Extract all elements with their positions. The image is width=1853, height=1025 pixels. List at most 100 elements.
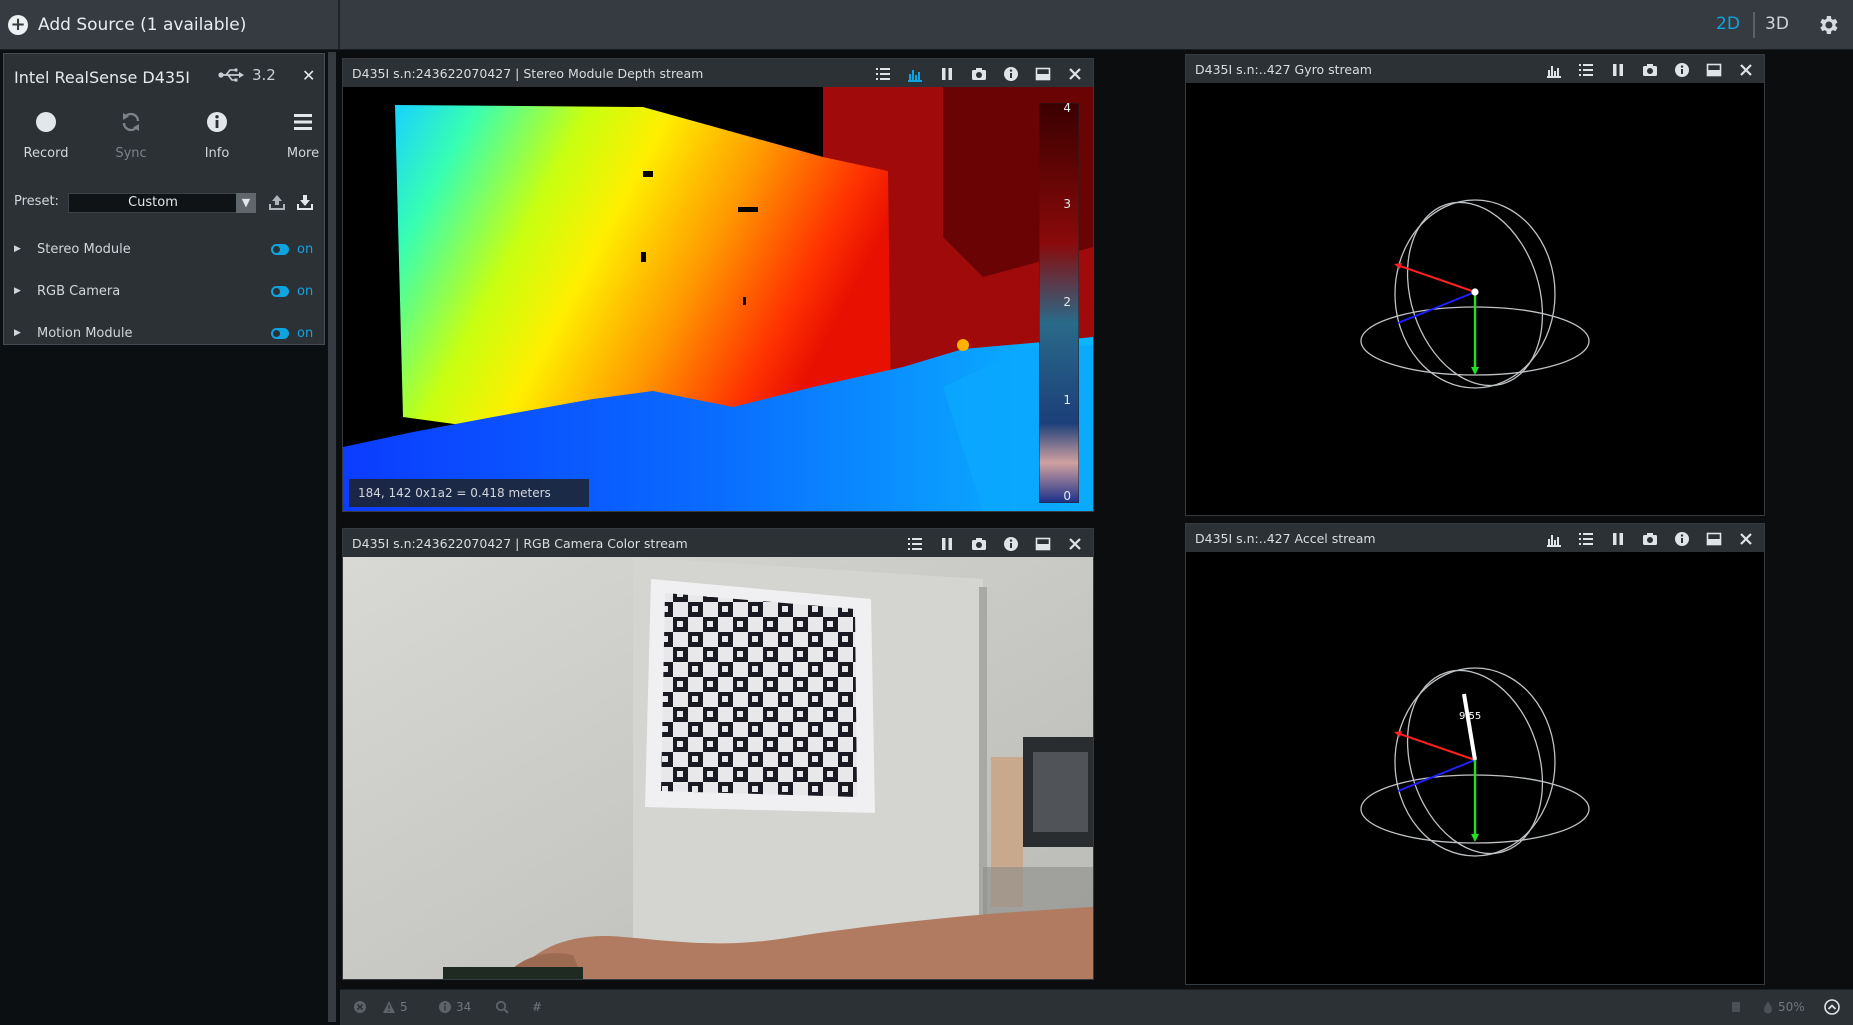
accel-magnitude-label: 9.55 [1459, 711, 1481, 722]
histogram-icon[interactable] [907, 66, 923, 82]
color-stream-window: D435I s.n:243622070427 | RGB Camera Colo… [342, 528, 1094, 980]
panel-scrollbar[interactable] [328, 52, 336, 1022]
close-device-button[interactable]: ✕ [302, 66, 315, 85]
expand-arrow-icon[interactable]: ▶ [14, 286, 21, 296]
module-motion[interactable]: ▶ Motion Module on [4, 322, 326, 348]
download-icon[interactable] [296, 193, 314, 211]
record-button[interactable]: Record [6, 110, 86, 161]
stream-toolbar [875, 66, 1083, 82]
upload-icon[interactable] [268, 193, 286, 211]
depth-image[interactable]: 4 3 2 1 0 184, 142 0x1a2 = 0.418 meters [343, 87, 1093, 511]
close-icon[interactable] [1738, 62, 1754, 78]
gyro-stream-window: D435I s.n:..427 Gyro stream [1185, 54, 1765, 516]
info-icon [439, 1001, 451, 1013]
module-state: on [297, 242, 314, 257]
record-label: Record [23, 146, 69, 161]
info-count: 34 [456, 1000, 472, 1014]
options-list-icon[interactable] [907, 536, 923, 552]
depth-colormap-view [343, 87, 1093, 511]
log-filter-input[interactable]: # [532, 1000, 542, 1014]
module-state: on [297, 284, 314, 299]
stream-header: D435I s.n:243622070427 | RGB Camera Colo… [343, 529, 1093, 557]
usb-version: 3.2 [252, 66, 276, 84]
minimize-window-icon[interactable] [1035, 536, 1051, 552]
minimize-window-icon[interactable] [1706, 531, 1722, 547]
info-filter[interactable]: 34 [438, 1000, 471, 1014]
pause-icon[interactable] [939, 536, 955, 552]
more-label: More [286, 146, 320, 161]
module-stereo[interactable]: ▶ Stereo Module on [4, 238, 326, 264]
options-list-icon[interactable] [875, 66, 891, 82]
clear-log-button[interactable] [353, 1000, 367, 1014]
view-separator [1753, 12, 1755, 38]
stream-toolbar [1546, 531, 1754, 547]
search-icon [495, 1000, 509, 1014]
stream-title: D435I s.n:243622070427 | RGB Camera Colo… [352, 536, 688, 551]
info-icon[interactable] [1674, 62, 1690, 78]
close-icon[interactable] [1067, 536, 1083, 552]
expand-arrow-icon[interactable]: ▶ [14, 328, 21, 338]
depth-stream-window: D435I s.n:243622070427 | Stereo Module D… [342, 58, 1094, 512]
minimize-window-icon[interactable] [1706, 62, 1722, 78]
camera-icon[interactable] [971, 66, 987, 82]
scale-label: 3 [1063, 197, 1071, 211]
usb-icon [218, 68, 244, 82]
scale-label: 1 [1063, 393, 1071, 407]
cpu-icon [1732, 1002, 1740, 1012]
warnings-filter[interactable]: 5 [382, 1000, 408, 1014]
plus-circle-icon: + [8, 15, 28, 35]
performance-percent: 50% [1778, 1000, 1805, 1014]
info-icon[interactable] [1003, 66, 1019, 82]
pause-icon[interactable] [939, 66, 955, 82]
search-button[interactable] [495, 1000, 509, 1014]
info-icon [207, 112, 227, 132]
pause-icon[interactable] [1610, 62, 1626, 78]
color-image[interactable] [343, 557, 1093, 979]
rgb-toggle[interactable] [271, 286, 289, 297]
warning-icon [383, 1001, 395, 1013]
camera-icon[interactable] [1642, 531, 1658, 547]
view-3d-button[interactable]: 3D [1765, 14, 1789, 34]
record-icon [36, 112, 56, 132]
module-name: Stereo Module [37, 242, 131, 257]
module-name: Motion Module [37, 326, 133, 341]
accel-view[interactable]: 9.55 [1186, 552, 1764, 984]
scale-label: 2 [1063, 295, 1071, 309]
collapse-log-button[interactable] [1824, 999, 1840, 1015]
options-list-icon[interactable] [1578, 531, 1594, 547]
info-icon[interactable] [1674, 531, 1690, 547]
drop-icon [1764, 1001, 1772, 1014]
accel-stream-window: D435I s.n:..427 Accel stream 9.55 [1185, 523, 1765, 985]
camera-icon[interactable] [1642, 62, 1658, 78]
expand-arrow-icon[interactable]: ▶ [14, 244, 21, 254]
chevron-down-icon[interactable]: ▼ [236, 193, 256, 213]
add-source-button[interactable]: + Add Source (1 available) [0, 0, 340, 50]
gyro-sphere-widget [1360, 199, 1590, 389]
accel-sphere-widget: 9.55 [1360, 667, 1590, 857]
warnings-count: 5 [400, 1000, 408, 1014]
camera-icon[interactable] [971, 536, 987, 552]
options-list-icon[interactable] [1578, 62, 1594, 78]
minimize-window-icon[interactable] [1035, 66, 1051, 82]
device-name: Intel RealSense D435I [14, 68, 190, 87]
stream-title: D435I s.n:..427 Gyro stream [1195, 62, 1372, 77]
close-icon[interactable] [1067, 66, 1083, 82]
more-button[interactable]: More [263, 110, 343, 161]
pause-icon[interactable] [1610, 531, 1626, 547]
sync-button[interactable]: Sync [91, 110, 171, 161]
preset-select[interactable]: Custom [68, 193, 238, 213]
view-2d-button[interactable]: 2D [1716, 14, 1740, 34]
stereo-toggle[interactable] [271, 244, 289, 255]
chart-icon[interactable] [1546, 531, 1562, 547]
chart-icon[interactable] [1546, 62, 1562, 78]
camera-feed-view [343, 557, 1093, 979]
preset-label: Preset: [14, 194, 59, 209]
module-rgb-camera[interactable]: ▶ RGB Camera on [4, 280, 326, 306]
usb-info: 3.2 [218, 66, 276, 84]
motion-toggle[interactable] [271, 328, 289, 339]
close-icon[interactable] [1738, 531, 1754, 547]
info-icon[interactable] [1003, 536, 1019, 552]
info-button[interactable]: Info [177, 110, 257, 161]
gyro-view[interactable] [1186, 83, 1764, 515]
gear-icon[interactable] [1816, 13, 1840, 37]
